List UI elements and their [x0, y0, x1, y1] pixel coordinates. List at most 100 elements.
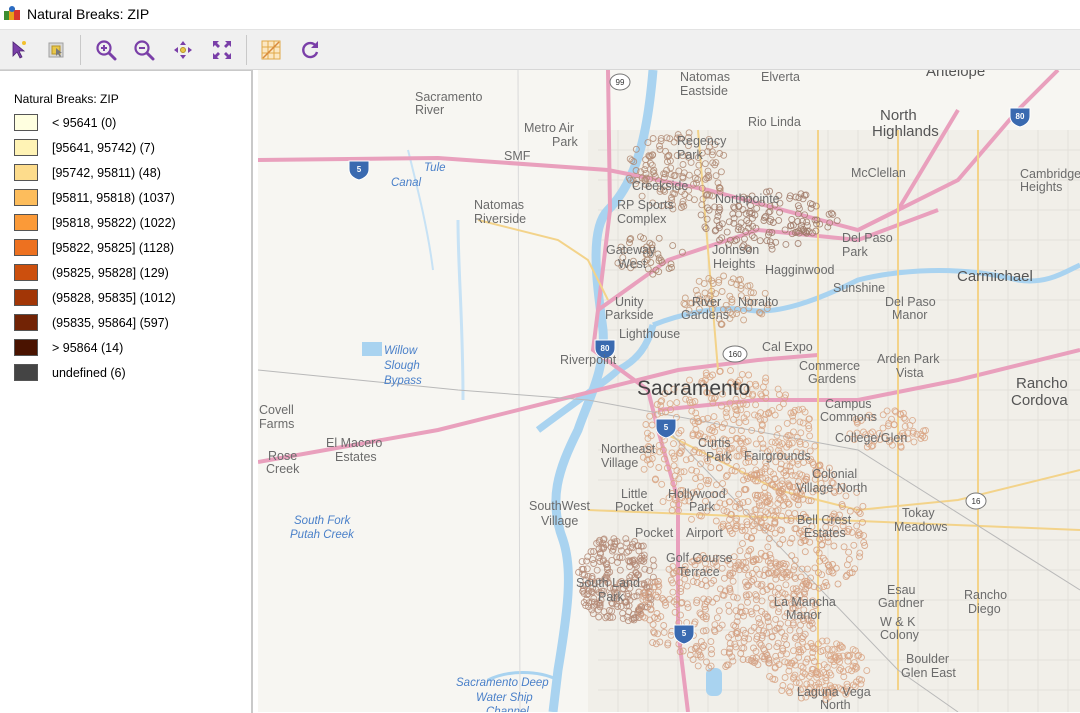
map-label: South Fork	[294, 515, 351, 527]
map-label: Creekside	[632, 179, 688, 193]
map-label: Antelope	[926, 70, 985, 80]
legend-swatch	[14, 364, 38, 381]
map-label: Estates	[335, 450, 377, 464]
map-label: Metro Air	[524, 121, 574, 135]
legend-item[interactable]: [95811, 95818) (1037)	[14, 188, 244, 208]
map-label: Village	[541, 514, 578, 528]
map-label: Noralto	[738, 295, 778, 309]
svg-text:80: 80	[1016, 112, 1025, 121]
legend-swatch	[14, 214, 38, 231]
map-label: Boulder	[906, 652, 949, 666]
map-label: Laguna Vega	[797, 685, 871, 699]
map-label: Hollywood	[668, 487, 726, 501]
legend-item[interactable]: (95828, 95835] (1012)	[14, 288, 244, 308]
map-label: Cal Expo	[762, 340, 813, 354]
map-label: La Mancha	[774, 595, 836, 609]
app-map-icon	[4, 6, 20, 20]
map-label: Village North	[796, 481, 867, 495]
map-label: Colony	[880, 628, 920, 642]
map-label: Parkside	[605, 308, 654, 322]
map-label: Estates	[804, 526, 846, 540]
map-label: Campus	[825, 397, 872, 411]
state-route-shield: 160	[722, 345, 748, 363]
map-label: North	[880, 107, 917, 124]
select-pointer-button[interactable]	[6, 37, 32, 63]
basemap-button[interactable]	[258, 37, 284, 63]
legend-item[interactable]: [95818, 95822) (1022)	[14, 213, 244, 233]
map-label: Commerce	[799, 359, 860, 373]
map-label: Gardner	[878, 596, 924, 610]
map-label: Willow	[384, 345, 418, 357]
legend-item[interactable]: [95822, 95825] (1128)	[14, 238, 244, 258]
legend-swatch	[14, 264, 38, 281]
legend-item[interactable]: > 95864 (14)	[14, 338, 244, 358]
map-label: Lighthouse	[619, 327, 680, 341]
map-label: Natomas	[474, 198, 524, 212]
legend-swatch	[14, 289, 38, 306]
map-label: Sacramento	[415, 90, 482, 104]
legend-label: > 95864 (14)	[52, 341, 124, 355]
svg-text:99: 99	[616, 78, 625, 87]
map-label: Hagginwood	[765, 263, 835, 277]
refresh-button[interactable]	[297, 37, 323, 63]
legend-swatch	[14, 164, 38, 181]
map-label: Pocket	[615, 500, 654, 514]
zoom-in-icon	[96, 40, 117, 61]
zoom-out-button[interactable]	[131, 37, 157, 63]
map-label: Heights	[1020, 180, 1062, 194]
map-label: Park	[842, 245, 868, 259]
legend-label: [95742, 95811) (48)	[52, 166, 161, 180]
pond	[362, 342, 382, 356]
map-label: Park	[689, 500, 715, 514]
select-pointer-icon	[12, 41, 26, 59]
basemap-icon	[261, 40, 281, 60]
toolbar	[0, 30, 1080, 70]
refresh-icon	[302, 41, 319, 59]
legend-label: < 95641 (0)	[52, 116, 117, 130]
legend-title: Natural Breaks: ZIP	[14, 92, 119, 106]
map-label: Glen East	[901, 666, 956, 680]
legend-item[interactable]: undefined (6)	[14, 363, 244, 383]
map-label: Arden Park	[877, 352, 940, 366]
map-label: Canal	[391, 177, 421, 189]
zoom-out-icon	[134, 40, 155, 61]
map-label: Heights	[713, 257, 755, 271]
svg-text:5: 5	[664, 423, 669, 432]
svg-text:5: 5	[357, 165, 362, 174]
state-route-shield: 99	[609, 73, 631, 91]
map-label: Tule	[424, 162, 446, 174]
map-label: Rancho	[1016, 375, 1068, 392]
legend-item[interactable]: < 95641 (0)	[14, 113, 244, 133]
map-label: W & K	[880, 615, 916, 629]
map-label: Village	[601, 456, 638, 470]
legend-item[interactable]: (95835, 95864] (597)	[14, 313, 244, 333]
lake	[706, 668, 722, 696]
legend-item[interactable]: [95641, 95742) (7)	[14, 138, 244, 158]
legend-swatch	[14, 139, 38, 156]
map-label: Gateway	[606, 243, 656, 257]
map-label: SouthWest	[529, 499, 590, 513]
map-label: Sunshine	[833, 281, 885, 295]
map-label: Putah Creek	[290, 529, 355, 541]
full-extent-button[interactable]	[209, 37, 235, 63]
map-label: Highlands	[872, 123, 939, 140]
legend-label: (95828, 95835] (1012)	[52, 291, 176, 305]
window-title: Natural Breaks: ZIP	[27, 6, 150, 22]
map-label: Little	[621, 487, 647, 501]
map-label: Natomas	[680, 70, 730, 84]
map-label: Slough	[384, 360, 420, 372]
map-view[interactable]: 99 80 5 80 160 5 16 5 Natomas Eastside Elverta Ant…	[258, 70, 1080, 712]
pan-button[interactable]	[170, 37, 196, 63]
map-label: Fairgrounds	[744, 449, 811, 463]
legend-label: [95818, 95822) (1022)	[52, 216, 176, 230]
select-layer-button[interactable]	[43, 37, 69, 63]
map-label: RP Sports	[617, 198, 674, 212]
legend-item[interactable]: (95825, 95828] (129)	[14, 263, 244, 283]
map-label: Diego	[968, 602, 1001, 616]
map-label: River	[415, 103, 444, 117]
map-label: Gardens	[681, 308, 729, 322]
legend-item[interactable]: [95742, 95811) (48)	[14, 163, 244, 183]
zoom-in-button[interactable]	[93, 37, 119, 63]
map-label: Riverpoint	[560, 353, 617, 367]
map-label: Eastside	[680, 84, 728, 98]
